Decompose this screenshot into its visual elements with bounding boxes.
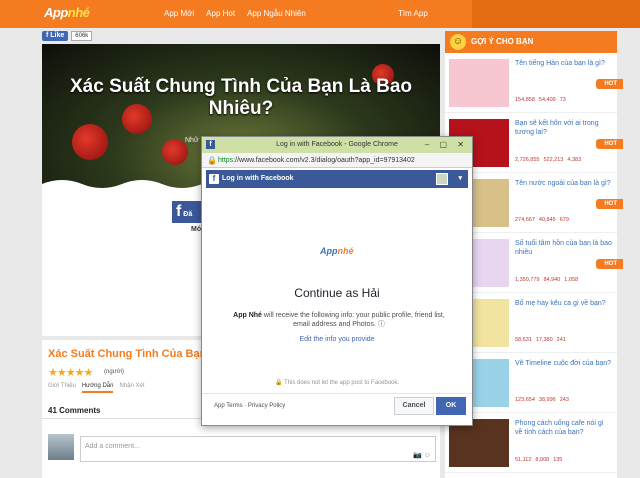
detail-tabs: Giới Thiệu Hướng Dẫn Nhận Xét [48, 383, 145, 393]
shares-count: 679 [559, 217, 569, 223]
rating-stars[interactable]: ★★★★★ [48, 366, 93, 379]
site-logo[interactable]: Appnhé [44, 5, 90, 20]
rating-votes: (người) [104, 369, 124, 375]
hot-badge: HOT [596, 139, 623, 149]
edit-info-link[interactable]: Edit the info you provide [202, 336, 472, 343]
likes-count: 38,996 [538, 397, 556, 403]
main-nav: App Mới App Hot App Ngẫu Nhiên [164, 9, 318, 18]
nav-app-hot[interactable]: App Hot [206, 9, 235, 18]
likes-count: 40,845 [538, 217, 556, 223]
likes-count: 17,380 [535, 337, 553, 343]
shares-count: 1,058 [564, 277, 579, 283]
hot-badge: HOT [596, 79, 623, 89]
shares-count: 241 [556, 337, 566, 343]
likes-count: 8,008 [535, 457, 550, 463]
continue-text: Continue as Hải [294, 286, 380, 300]
like-button[interactable]: f Like [42, 31, 69, 41]
views-count: 1,350,779 [515, 277, 540, 283]
facebook-icon: f [209, 174, 219, 184]
likes-count: 522,213 [543, 157, 564, 163]
hot-badge: HOT [596, 199, 623, 209]
permissions-info: App Nhé will receive the following info:… [233, 312, 445, 328]
suggestion-stats: 58,631 17,380 241 [515, 337, 615, 343]
nav-app-moi[interactable]: App Mới [164, 9, 194, 18]
views-count: 51,112 [515, 457, 532, 463]
suggestion-stats: 2,726,855 522,213 4,383 [515, 157, 615, 163]
comments-count: 41 Comments [48, 406, 101, 415]
topbar-right-area [472, 0, 640, 28]
views-count: 2,726,855 [515, 157, 540, 163]
shares-count: 73 [559, 97, 566, 103]
tab-nhan-xet[interactable]: Nhận Xét [119, 383, 144, 393]
avatar[interactable] [436, 173, 448, 185]
search-link[interactable]: Tìm App [398, 9, 428, 18]
suggestion-title[interactable]: Số tuổi tâm hồn của bạn là bao nhiêu [515, 239, 613, 257]
footer-links[interactable]: App Terms · Privacy Policy [214, 403, 285, 409]
sidebar-heading: ☺ GỢI Ý CHO BẠN [445, 31, 617, 53]
facebook-header: f Log in with Facebook ▾ [206, 170, 468, 188]
comment-placeholder: Add a comment... [85, 443, 140, 450]
views-count: 274,667 [515, 217, 535, 223]
window-controls[interactable]: – ▢ ✕ [425, 137, 468, 153]
like-count: 606k [71, 31, 93, 41]
views-count: 154,858 [515, 97, 535, 103]
lock-icon: 🔒 [274, 380, 283, 386]
hero-title: Xác Suất Chung Tình Của Bạn Là Bao Nhiêu… [69, 76, 413, 119]
info-icon[interactable]: ⓘ [378, 321, 385, 328]
thumbnail-image[interactable] [449, 59, 509, 107]
hero-subtitle: Nhữ [185, 137, 199, 144]
likes-count: 84,940 [543, 277, 561, 283]
comment-input[interactable]: Add a comment... 📷 ☺ [80, 436, 436, 462]
chevron-down-icon[interactable]: ▾ [458, 170, 462, 188]
suggestion-title[interactable]: Bố mẹ hay kêu ca gì về bạn? [515, 299, 613, 308]
suggestion-title[interactable]: Tên nước ngoài của bạn là gì? [515, 179, 613, 188]
suggestion-stats: 123,654 38,996 243 [515, 397, 615, 403]
facebook-icon: f [206, 140, 215, 149]
address-bar[interactable]: 🔒 https://www.facebook.com/v2.3/dialog/o… [202, 153, 472, 168]
suggestion-stats: 274,667 40,845 679 [515, 217, 615, 223]
app-logo: Appnhé [320, 246, 354, 256]
hot-badge: HOT [596, 259, 623, 269]
suggestion-stats: 51,112 8,008 135 [515, 457, 615, 463]
suggestion-title[interactable]: Tên tiếng Hàn của bạn là gì? [515, 59, 613, 68]
lock-icon: 🔒 [207, 156, 217, 165]
ok-button[interactable]: OK [436, 397, 466, 415]
facebook-login-popup: f Log in with Facebook - Google Chrome –… [201, 136, 473, 426]
thumbnail-image[interactable] [449, 419, 509, 467]
suggestion-stats: 154,858 54,409 73 [515, 97, 615, 103]
avatar [48, 434, 74, 460]
cancel-button[interactable]: Cancel [394, 397, 434, 415]
app-title: Xác Suất Chung Tình Của Bạn [48, 348, 207, 360]
tab-gioi-thieu[interactable]: Giới Thiệu [48, 383, 76, 393]
flower-image [72, 124, 108, 160]
suggestion-title[interactable]: Bạn sẽ kết hôn với ai trong tương lai? [515, 119, 613, 137]
suggestion-stats: 1,350,779 84,940 1,058 [515, 277, 615, 283]
shares-count: 243 [559, 397, 569, 403]
tab-huong-dan[interactable]: Hướng Dẫn [81, 383, 114, 393]
camera-icon[interactable]: 📷 ☺ [413, 451, 431, 459]
top-navbar: Appnhé App Mới App Hot App Ngẫu Nhiên Tì… [0, 0, 640, 28]
facebook-login-button[interactable]: f Đă [172, 201, 202, 223]
permission-note: 🔒 This does not let the app post to Face… [274, 380, 400, 386]
smiley-icon: ☺ [450, 34, 466, 50]
window-titlebar[interactable]: f Log in with Facebook - Google Chrome –… [202, 137, 472, 153]
nav-app-ngau-nhien[interactable]: App Ngẫu Nhiên [247, 9, 306, 18]
shares-count: 135 [553, 457, 563, 463]
shares-count: 4,383 [567, 157, 582, 163]
divider [202, 393, 472, 394]
like-bar: f Like 606k [42, 31, 93, 41]
likes-count: 54,409 [538, 97, 556, 103]
suggestion-title[interactable]: Vẽ Timeline cuộc đời của bạn? [515, 359, 613, 368]
suggestion-title[interactable]: Phong cách uống cafe nói gì về tính cách… [515, 419, 613, 437]
list-item[interactable]: Tên tiếng Hàn của bạn là gì? 154,858 54,40… [445, 55, 623, 113]
views-count: 123,654 [515, 397, 535, 403]
views-count: 58,631 [515, 337, 532, 343]
